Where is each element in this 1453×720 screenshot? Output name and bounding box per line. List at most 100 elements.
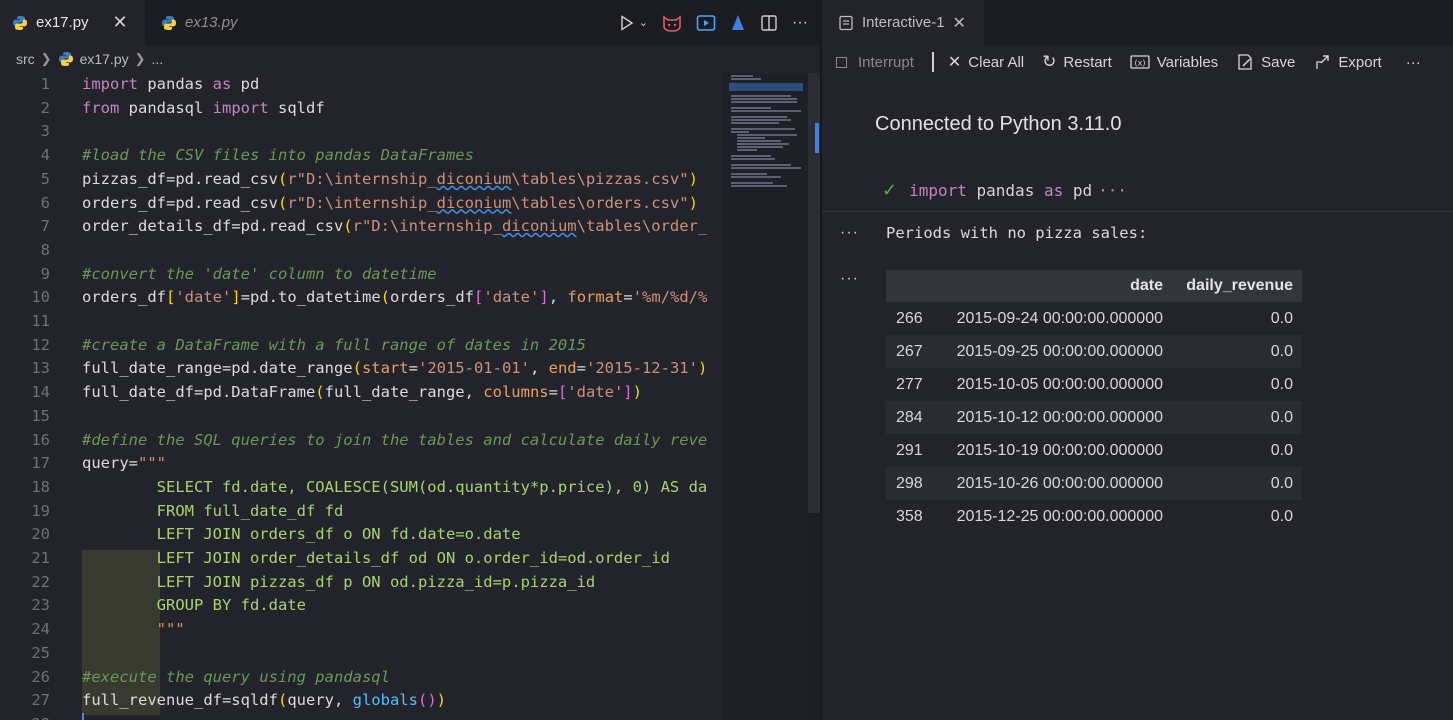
tab-ex13[interactable]: ex13.py: [145, 0, 295, 45]
line-number: 3: [40, 122, 50, 141]
table-row: 358 2015-12-25 00:00:00.000000 0.0: [896, 507, 1293, 525]
code-line: query=""": [82, 454, 166, 473]
code-line: from pandasql import sqldf: [82, 98, 325, 117]
output-actions-icon[interactable]: ···: [840, 224, 859, 242]
save-icon: [1238, 54, 1252, 70]
interactive-window: Interactive-1 ✕ Interrupt ✕ Clear All ↻ …: [822, 0, 1453, 720]
breadcrumb-file[interactable]: ex17.py: [80, 51, 129, 67]
restart-icon: ↻: [1042, 52, 1057, 71]
text-cursor: [82, 713, 84, 720]
code-line: #execute the query using pandasql: [82, 667, 390, 686]
line-number: 8: [40, 240, 50, 259]
checkmark-icon: ✓: [882, 180, 898, 201]
sail-icon[interactable]: [730, 14, 746, 32]
table-row: 266 2015-09-24 00:00:00.000000 0.0: [896, 309, 1293, 327]
python-file-icon: [162, 15, 176, 30]
table-row: 291 2015-10-19 00:00:00.000000 0.0: [896, 441, 1293, 459]
tab-label: ex13.py: [185, 14, 238, 31]
code-line: import pandas as pd: [82, 75, 260, 93]
code-line: full_revenue_df=sqldf(query, globals()): [82, 691, 446, 710]
python-file-icon: [58, 52, 73, 66]
scrollbar-marker: [815, 123, 819, 153]
code-line: orders_df=pd.read_csv(r"D:\internship_di…: [82, 193, 698, 212]
code-line: orders_df['date']=pd.to_datetime(orders_…: [82, 288, 708, 307]
code-line: LEFT JOIN pizzas_df p ON od.pizza_id=p.p…: [82, 572, 596, 591]
code-line: full_date_range=pd.date_range(start='201…: [82, 359, 708, 378]
clear-all-button[interactable]: ✕ Clear All: [948, 52, 1024, 72]
dataframe-table: date daily_revenue 266 2015-09-24 00:00:0…: [886, 270, 1302, 533]
breadcrumb: src ❯ ex17.py ❯ ...: [0, 45, 820, 73]
close-icon: ✕: [947, 54, 962, 71]
tab-interactive-1[interactable]: Interactive-1 ✕: [822, 0, 984, 45]
input-cell[interactable]: ✓ import pandas as pd ···: [882, 180, 1127, 201]
more-actions-icon[interactable]: ···: [792, 14, 808, 32]
table-row: 298 2015-10-26 00:00:00.000000 0.0: [886, 467, 1302, 500]
minimap-viewport-highlight: [729, 83, 803, 91]
code-editor[interactable]: 1 2 3 4 5 6 7 8 9 10 11 12 13 14 15 16 17 18 19 20 21 22 23 24 2…: [0, 73, 723, 720]
output-text: Periods with no pizza sales:: [886, 224, 1148, 242]
tab-label: ex17.py: [36, 14, 89, 31]
breadcrumb-more[interactable]: ...: [152, 51, 164, 67]
code-line: SELECT fd.date, COALESCE(SUM(od.quantity…: [82, 477, 708, 496]
interactive-window-icon[interactable]: [696, 14, 716, 32]
table-row: 284 2015-10-12 00:00:00.000000 0.0: [886, 401, 1302, 434]
line-number: 15: [31, 406, 50, 425]
editor-pane: ex17.py ✕ ex13.py ⌄ ··· src ❯ ex17.py ❯ …: [0, 0, 820, 720]
python-file-icon: [13, 15, 27, 30]
interactive-tab-icon: [839, 15, 853, 30]
line-number: 25: [31, 643, 50, 662]
table-header: daily_revenue: [1172, 270, 1302, 302]
table-header-row: date daily_revenue: [886, 270, 1302, 302]
tab-ex17[interactable]: ex17.py ✕: [0, 0, 145, 45]
toolbar-separator: [931, 52, 934, 72]
editor-scrollbar[interactable]: [808, 73, 820, 720]
code-line: order_details_df=pd.read_csv(r"D:\intern…: [82, 217, 708, 236]
split-editor-icon[interactable]: [760, 14, 778, 32]
chevron-right-icon: ❯: [134, 51, 146, 66]
svg-text:(x): (x): [1134, 59, 1145, 68]
kernel-status: Connected to Python 3.11.0: [875, 113, 1122, 135]
table-row: 277 2015-10-05 00:00:00.000000 0.0: [896, 375, 1293, 393]
code-line: """: [82, 620, 185, 639]
code-line: #convert the 'date' column to datetime: [82, 264, 437, 283]
code-line: LEFT JOIN orders_df o ON fd.date=o.date: [82, 525, 521, 544]
interactive-tab-bar: Interactive-1 ✕: [822, 0, 1453, 45]
expand-ellipsis[interactable]: ···: [1098, 181, 1127, 200]
minimap[interactable]: [723, 73, 808, 720]
code-line: full_date_df=pd.DataFrame(full_date_rang…: [82, 383, 642, 402]
code-line: #load the CSV files into pandas DataFram…: [82, 146, 474, 165]
code-line: #define the SQL queries to join the tabl…: [82, 430, 708, 449]
code-line: FROM full_date_df fd: [82, 501, 344, 520]
line-number: 11: [31, 312, 50, 330]
tab-label: Interactive-1: [862, 14, 945, 31]
variables-button[interactable]: (x) Variables: [1130, 54, 1218, 71]
export-button[interactable]: Export: [1313, 53, 1382, 71]
interrupt-button[interactable]: Interrupt: [836, 54, 914, 71]
editor-tab-bar: ex17.py ✕ ex13.py ⌄ ···: [0, 0, 820, 45]
code-line: #create a DataFrame with a full range of…: [82, 335, 586, 354]
table-header: [886, 270, 944, 302]
table-row: 267 2015-09-25 00:00:00.000000 0.0: [886, 335, 1302, 368]
interactive-toolbar: Interrupt ✕ Clear All ↻ Restart (x) Vari…: [822, 45, 1453, 79]
code-line: LEFT JOIN order_details_df od ON o.order…: [82, 549, 670, 567]
line-number: 28: [0, 713, 723, 720]
cell-separator: [822, 211, 1453, 212]
run-icon[interactable]: [619, 14, 635, 31]
restart-button[interactable]: ↻ Restart: [1042, 52, 1112, 72]
chevron-down-icon[interactable]: ⌄: [639, 16, 648, 29]
editor-actions: ⌄ ···: [619, 0, 808, 45]
close-icon[interactable]: ✕: [953, 13, 966, 33]
chevron-right-icon: ❯: [40, 51, 52, 66]
code-line: pizzas_df=pd.read_csv(r"D:\internship_di…: [82, 169, 698, 188]
table-header: date: [944, 270, 1172, 302]
stop-icon: [836, 56, 847, 68]
export-icon: [1316, 55, 1330, 69]
breadcrumb-folder[interactable]: src: [16, 51, 35, 67]
code-line: GROUP BY fd.date: [82, 596, 306, 615]
close-icon[interactable]: ✕: [113, 12, 128, 33]
variables-icon: (x): [1130, 55, 1150, 69]
more-actions-icon[interactable]: ···: [1406, 54, 1421, 71]
save-button[interactable]: Save: [1236, 53, 1295, 71]
output-actions-icon[interactable]: ···: [840, 270, 859, 288]
copilot-cat-icon[interactable]: [662, 14, 682, 32]
